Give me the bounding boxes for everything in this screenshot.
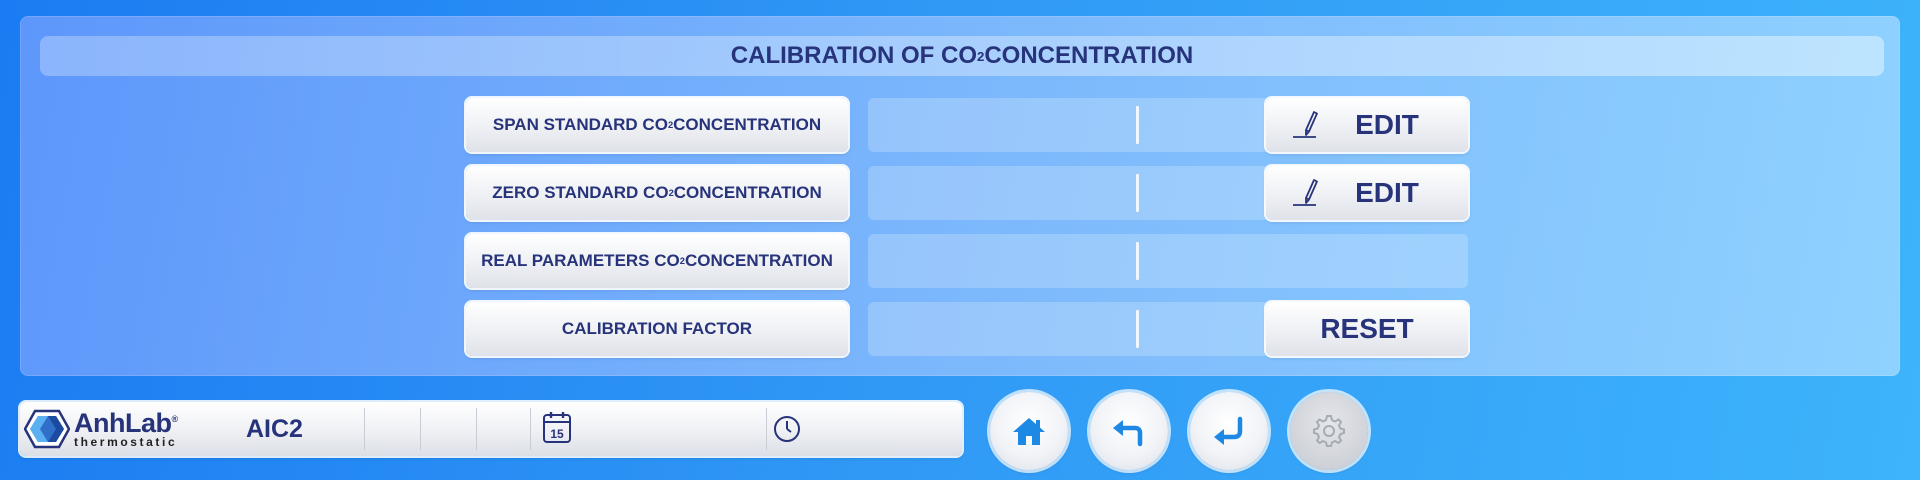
- hexagon-logo-icon: [24, 409, 70, 449]
- divider: [530, 408, 531, 450]
- divider: [364, 408, 365, 450]
- label-text: SPAN STANDARD CO: [492, 115, 668, 134]
- brand-logo: AnhLab® thermostatic: [24, 408, 194, 450]
- label-text: CALIBRATION FACTOR: [561, 319, 753, 338]
- divider: [766, 408, 767, 450]
- clock-icon: [774, 416, 800, 442]
- title-text: CALIBRATION OF CO: [730, 42, 977, 69]
- edit-label: EDIT: [1355, 109, 1419, 140]
- brand-subtitle: thermostatic: [74, 435, 178, 449]
- calibration-panel: CALIBRATION OF CO 2 CONCENTRATION SPAN ST…: [20, 16, 1900, 376]
- settings-button[interactable]: [1290, 392, 1368, 470]
- reset-label: RESET: [1320, 313, 1414, 344]
- span-standard-label-button[interactable]: SPAN STANDARD CO 2 CONCENTRATION: [466, 98, 848, 152]
- label-suffix: CONCENTRATION: [673, 183, 822, 202]
- calibration-factor-label-button[interactable]: CALIBRATION FACTOR: [466, 302, 848, 356]
- calibration-factor-reset-button[interactable]: RESET: [1266, 302, 1468, 356]
- zero-standard-edit-button[interactable]: EDIT: [1266, 166, 1468, 220]
- pen-icon: [1293, 111, 1318, 138]
- home-icon: [1013, 418, 1045, 445]
- registered-mark: ®: [171, 414, 179, 424]
- span-standard-edit-button[interactable]: EDIT: [1266, 98, 1468, 152]
- pen-icon: [1293, 179, 1318, 206]
- status-bar: AnhLab® thermostatic AIC2 15: [20, 402, 962, 456]
- calendar-day: 15: [550, 427, 564, 441]
- value-divider: [1136, 174, 1139, 212]
- label-suffix: CONCENTRATION: [684, 251, 833, 270]
- home-button[interactable]: [990, 392, 1068, 470]
- label-text: ZERO STANDARD CO: [492, 183, 669, 202]
- back-arrow-icon: [1113, 420, 1143, 447]
- back-button[interactable]: [1090, 392, 1168, 470]
- title-subscript: 2: [976, 48, 985, 64]
- row-span-standard: SPAN STANDARD CO 2 CONCENTRATION EDIT: [20, 98, 1900, 152]
- calendar-icon: 15: [543, 412, 571, 443]
- value-divider: [1136, 310, 1139, 348]
- row-calibration-factor: CALIBRATION FACTOR RESET: [20, 302, 1900, 356]
- label-suffix: CONCENTRATION: [673, 115, 822, 134]
- model-name: AIC2: [246, 415, 303, 443]
- row-zero-standard: ZERO STANDARD CO 2 CONCENTRATION EDIT: [20, 166, 1900, 220]
- divider: [420, 408, 421, 450]
- value-divider: [1136, 242, 1139, 280]
- page-title: CALIBRATION OF CO 2 CONCENTRATION: [40, 36, 1884, 76]
- edit-label: EDIT: [1355, 177, 1419, 208]
- value-divider: [1136, 106, 1139, 144]
- enter-arrow-icon: [1214, 416, 1243, 445]
- enter-button[interactable]: [1190, 392, 1268, 470]
- real-parameters-label-button[interactable]: REAL PARAMETERS CO 2 CONCENTRATION: [466, 234, 848, 288]
- gear-icon: [1313, 415, 1345, 447]
- title-suffix: CONCENTRATION: [984, 42, 1194, 69]
- brand-text: AnhLab: [74, 408, 172, 438]
- zero-standard-label-button[interactable]: ZERO STANDARD CO 2 CONCENTRATION: [466, 166, 848, 220]
- row-real-parameters: REAL PARAMETERS CO 2 CONCENTRATION: [20, 234, 1900, 288]
- divider: [476, 408, 477, 450]
- real-parameters-value-field: [868, 234, 1468, 288]
- label-text: REAL PARAMETERS CO: [481, 251, 680, 270]
